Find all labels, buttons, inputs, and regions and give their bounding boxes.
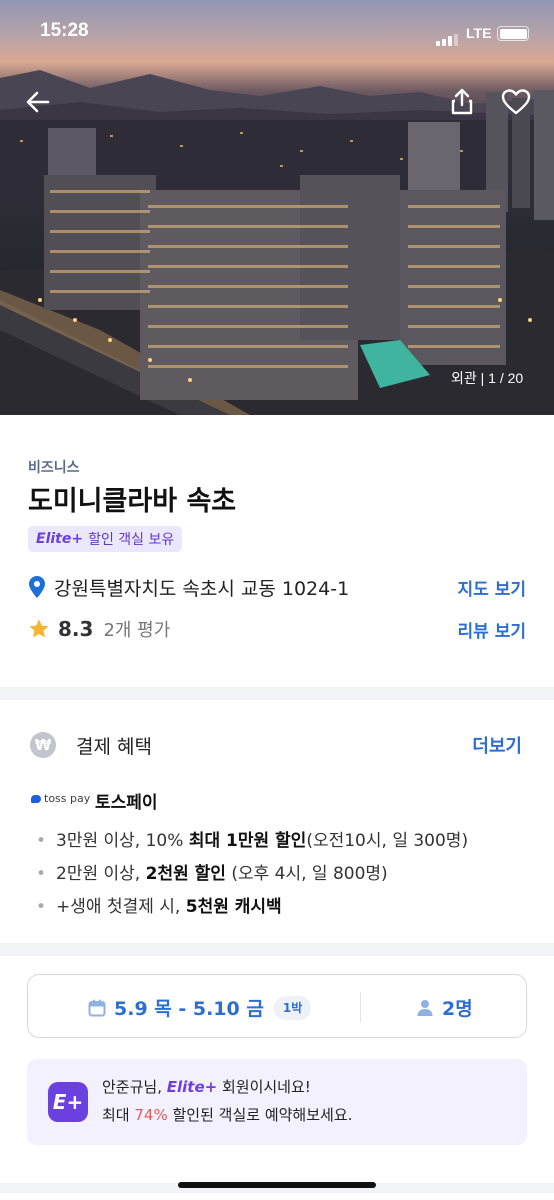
- payment-provider: 토스페이: [95, 793, 158, 813]
- tosspay-logo: toss pay: [31, 792, 90, 805]
- payment-benefits-title: 결제 혜택: [76, 736, 152, 758]
- battery-icon: [497, 26, 529, 41]
- promo-greeting: 안준규님, Elite+ 회원이시네요!: [102, 1078, 311, 1096]
- elite-badge-label: 할인 객실 보유: [88, 532, 175, 548]
- hotel-category: 비즈니스: [28, 460, 80, 476]
- share-button[interactable]: [446, 86, 478, 118]
- date-guest-selector: 5.9 목 - 5.10 금 1박 2명: [27, 974, 527, 1038]
- booking-card: 5.9 목 - 5.10 금 1박 2명 E+ 안준규님, Elite+ 회원이…: [0, 956, 554, 1200]
- stay-dates: 5.9 목 - 5.10 금: [114, 998, 264, 1020]
- won-coin-icon: ₩: [30, 732, 56, 758]
- status-bar: 15:28 LTE: [0, 0, 554, 64]
- person-icon: [417, 999, 433, 1016]
- hotel-address: 강원특별자치도 속초시 교동 1024-1: [54, 577, 350, 600]
- address-row: 강원특별자치도 속초시 교동 1024-1 지도 보기: [28, 573, 526, 601]
- nights-badge: 1박: [273, 995, 312, 1020]
- more-benefits-link[interactable]: 더보기: [472, 732, 522, 758]
- heart-icon: [501, 89, 531, 115]
- status-time: 15:28: [40, 20, 89, 41]
- elite-promo-banner[interactable]: E+ 안준규님, Elite+ 회원이시네요! 최대 74% 할인된 객실로 예…: [27, 1059, 527, 1145]
- cellular-signal-icon: [436, 27, 460, 46]
- elite-plus-logo: Elite+: [36, 531, 84, 547]
- like-button[interactable]: [500, 86, 532, 118]
- guest-count: 2명: [442, 998, 473, 1020]
- benefit-item: • +생애 첫결제 시, 5천원 캐시백: [36, 897, 282, 917]
- guest-picker-button[interactable]: 2명: [416, 994, 473, 1021]
- rating-row: 8.3 2개 평가 리뷰 보기: [28, 615, 526, 643]
- back-button[interactable]: [22, 86, 54, 118]
- review-count: 2개 평가: [103, 620, 171, 641]
- home-indicator[interactable]: [178, 1182, 376, 1188]
- benefit-item: • 2만원 이상, 2천원 할인 (오후 4시, 일 800명): [36, 864, 388, 884]
- hotel-info-card: 비즈니스 도미니클라바 속초 Elite+ 할인 객실 보유 강원특별자치도 속…: [0, 415, 554, 687]
- date-picker-button[interactable]: 5.9 목 - 5.10 금 1박: [88, 994, 312, 1021]
- star-icon: [29, 619, 49, 638]
- rating-score: 8.3: [58, 617, 94, 641]
- promo-message: 최대 74% 할인된 객실로 예약해보세요.: [102, 1106, 353, 1124]
- photo-counter: 외관 | 1 / 20: [451, 370, 524, 386]
- elite-plus-icon: E+: [48, 1082, 88, 1122]
- share-icon: [451, 88, 473, 115]
- hotel-name: 도미니클라바 속초: [28, 486, 237, 517]
- network-type: LTE: [466, 25, 492, 41]
- location-pin-icon: [29, 576, 45, 598]
- elite-discount-badge: Elite+ 할인 객실 보유: [28, 526, 183, 552]
- view-reviews-link[interactable]: 리뷰 보기: [458, 617, 526, 642]
- payment-benefits-card: ₩ 결제 혜택 더보기 toss pay 토스페이 • 3만원 이상, 10% 최…: [0, 700, 554, 943]
- divider: [360, 992, 361, 1022]
- hero-photo[interactable]: 15:28 LTE 외관 | 1 / 20: [0, 0, 554, 415]
- benefit-item: • 3만원 이상, 10% 최대 1만원 할인(오전10시, 일 300명): [36, 831, 469, 851]
- arrow-left-icon: [26, 91, 50, 113]
- calendar-icon: [88, 999, 106, 1016]
- view-map-link[interactable]: 지도 보기: [458, 575, 526, 600]
